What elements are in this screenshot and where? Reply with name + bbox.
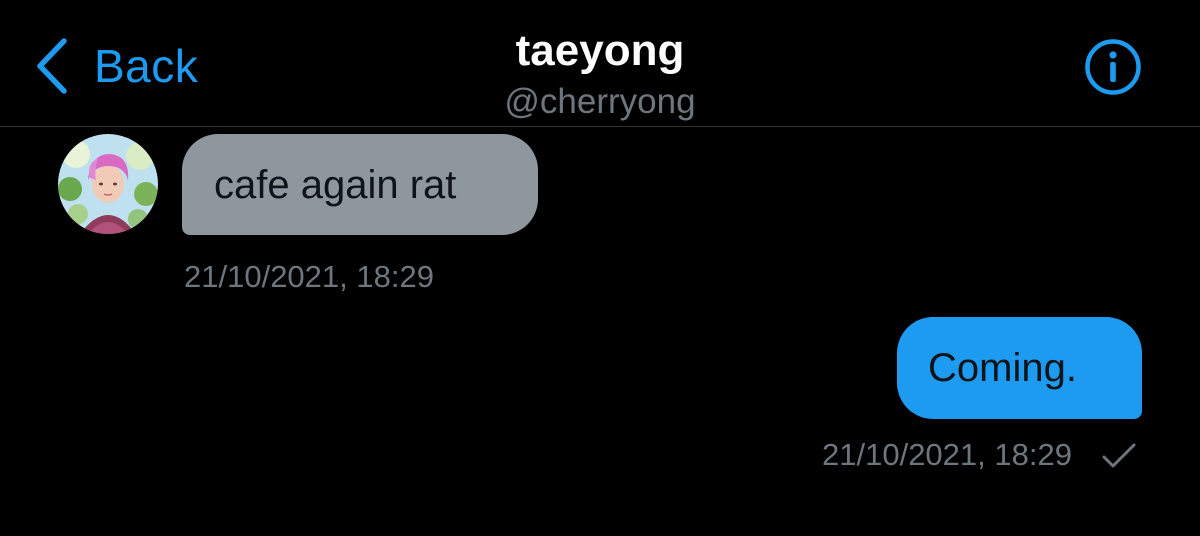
contact-name[interactable]: taeyong xyxy=(0,29,1200,73)
message-text: cafe again rat xyxy=(214,162,457,207)
contact-handle[interactable]: @cherryong xyxy=(0,84,1200,119)
info-circle-icon xyxy=(1085,39,1141,95)
profile-photo xyxy=(58,134,158,234)
message-text: Coming. xyxy=(928,346,1077,390)
checkmark-icon xyxy=(1101,442,1137,470)
message-bubble-incoming[interactable]: cafe again rat xyxy=(182,134,538,235)
conversation-header: Back taeyong @cherryong xyxy=(0,0,1200,127)
info-button[interactable] xyxy=(1084,38,1142,96)
message-timestamp: 21/10/2021, 18:29 xyxy=(184,259,434,294)
avatar[interactable] xyxy=(58,134,158,234)
message-timestamp: 21/10/2021, 18:29 xyxy=(822,437,1072,472)
message-bubble-outgoing[interactable]: Coming. xyxy=(897,317,1142,419)
dm-conversation-screen: Back taeyong @cherryong cafe again rat 2… xyxy=(0,0,1200,536)
